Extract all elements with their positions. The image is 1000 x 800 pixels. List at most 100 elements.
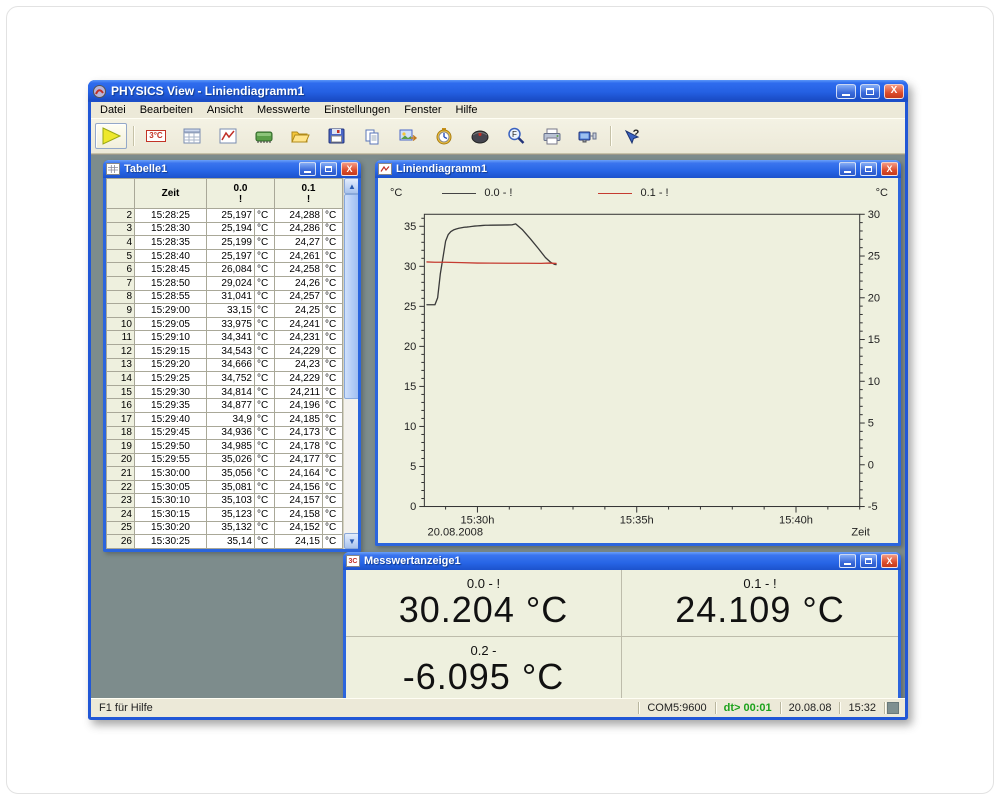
table-row[interactable]: 1915:29:5034,985°C24,178°C bbox=[107, 440, 343, 454]
connect-device-button[interactable] bbox=[572, 123, 604, 149]
table-cell-unit[interactable]: °C bbox=[255, 494, 275, 508]
table-cell-zeit[interactable]: 15:28:50 bbox=[135, 276, 207, 290]
table-cell-val[interactable]: 24,211 bbox=[275, 385, 323, 399]
scrollbar-thumb[interactable] bbox=[344, 194, 358, 399]
table-cell-zeit[interactable]: 15:28:25 bbox=[135, 209, 207, 223]
table-cell-unit[interactable]: °C bbox=[323, 236, 343, 250]
table-cell-unit[interactable]: °C bbox=[323, 453, 343, 467]
table-cell-num[interactable]: 2 bbox=[107, 209, 135, 223]
table-cell-zeit[interactable]: 15:29:00 bbox=[135, 304, 207, 318]
table-cell-zeit[interactable]: 15:30:20 bbox=[135, 521, 207, 535]
table-cell-unit[interactable]: °C bbox=[323, 331, 343, 345]
table-cell-zeit[interactable]: 15:29:45 bbox=[135, 426, 207, 440]
table-row[interactable]: 815:28:5531,041°C24,257°C bbox=[107, 290, 343, 304]
table-row[interactable]: 2415:30:1535,123°C24,158°C bbox=[107, 508, 343, 522]
open-file-button[interactable] bbox=[284, 123, 316, 149]
table-cell-unit[interactable]: °C bbox=[323, 290, 343, 304]
table-row[interactable]: 2315:30:1035,103°C24,157°C bbox=[107, 494, 343, 508]
table-cell-val[interactable]: 24,231 bbox=[275, 331, 323, 345]
table-row[interactable]: 715:28:5029,024°C24,26°C bbox=[107, 276, 343, 290]
table-cell-num[interactable]: 10 bbox=[107, 317, 135, 331]
scroll-down-icon[interactable]: ▼ bbox=[344, 533, 358, 549]
table-row[interactable]: 215:28:2525,197°C24,288°C bbox=[107, 209, 343, 223]
table-cell-val[interactable]: 24,288 bbox=[275, 209, 323, 223]
table-row[interactable]: 1815:29:4534,936°C24,173°C bbox=[107, 426, 343, 440]
table-cell-val[interactable]: 31,041 bbox=[207, 290, 255, 304]
table-cell-num[interactable]: 22 bbox=[107, 480, 135, 494]
table-cell-unit[interactable]: °C bbox=[255, 480, 275, 494]
table-cell-val[interactable]: 33,975 bbox=[207, 317, 255, 331]
table-cell-zeit[interactable]: 15:30:05 bbox=[135, 480, 207, 494]
table-cell-unit[interactable]: °C bbox=[255, 412, 275, 426]
table-cell-num[interactable]: 13 bbox=[107, 358, 135, 372]
table-cell-unit[interactable]: °C bbox=[323, 344, 343, 358]
table-cell-zeit[interactable]: 15:29:35 bbox=[135, 399, 207, 413]
table-cell-val[interactable]: 24,261 bbox=[275, 249, 323, 263]
table-cell-zeit[interactable]: 15:28:40 bbox=[135, 249, 207, 263]
table-cell-unit[interactable]: °C bbox=[255, 358, 275, 372]
table-cell-unit[interactable]: °C bbox=[323, 494, 343, 508]
table-cell-val[interactable]: 25,194 bbox=[207, 222, 255, 236]
table-cell-val[interactable]: 34,752 bbox=[207, 372, 255, 386]
menu-datei[interactable]: Datei bbox=[93, 103, 133, 117]
table-cell-unit[interactable]: °C bbox=[255, 344, 275, 358]
table-cell-unit[interactable]: °C bbox=[323, 358, 343, 372]
table-cell-unit[interactable]: °C bbox=[255, 290, 275, 304]
table-cell-unit[interactable]: °C bbox=[323, 412, 343, 426]
table-cell-unit[interactable]: °C bbox=[255, 236, 275, 250]
menu-bearbeiten[interactable]: Bearbeiten bbox=[133, 103, 200, 117]
chart-maximize-button[interactable] bbox=[860, 162, 877, 176]
table-cell-num[interactable]: 21 bbox=[107, 467, 135, 481]
table-cell-val[interactable]: 35,14 bbox=[207, 535, 255, 549]
table-cell-zeit[interactable]: 15:28:45 bbox=[135, 263, 207, 277]
table-row[interactable]: 515:28:4025,197°C24,261°C bbox=[107, 249, 343, 263]
table-cell-val[interactable]: 24,156 bbox=[275, 480, 323, 494]
export-image-button[interactable] bbox=[392, 123, 424, 149]
table-cell-val[interactable]: 25,197 bbox=[207, 249, 255, 263]
table-cell-unit[interactable]: °C bbox=[323, 426, 343, 440]
table-row[interactable]: 2615:30:2535,14°C24,15°C bbox=[107, 535, 343, 549]
table-cell-val[interactable]: 34,9 bbox=[207, 412, 255, 426]
table-cell-val[interactable]: 24,177 bbox=[275, 453, 323, 467]
table-cell-unit[interactable]: °C bbox=[323, 535, 343, 549]
scroll-up-icon[interactable]: ▲ bbox=[344, 178, 358, 194]
table-cell-unit[interactable]: °C bbox=[323, 372, 343, 386]
table-cell-unit[interactable]: °C bbox=[323, 385, 343, 399]
table-row[interactable]: 415:28:3525,199°C24,27°C bbox=[107, 236, 343, 250]
menu-ansicht[interactable]: Ansicht bbox=[200, 103, 250, 117]
table-cell-zeit[interactable]: 15:29:40 bbox=[135, 412, 207, 426]
table-cell-unit[interactable]: °C bbox=[323, 304, 343, 318]
table-cell-unit[interactable]: °C bbox=[255, 331, 275, 345]
table-close-button[interactable]: X bbox=[341, 162, 358, 176]
display-close-button[interactable]: X bbox=[881, 554, 898, 568]
table-cell-num[interactable]: 3 bbox=[107, 222, 135, 236]
display-minimize-button[interactable] bbox=[839, 554, 856, 568]
table-cell-val[interactable]: 24,23 bbox=[275, 358, 323, 372]
table-row[interactable]: 2115:30:0035,056°C24,164°C bbox=[107, 467, 343, 481]
table-cell-val[interactable]: 24,258 bbox=[275, 263, 323, 277]
table-cell-num[interactable]: 6 bbox=[107, 263, 135, 277]
table-cell-unit[interactable]: °C bbox=[255, 209, 275, 223]
table-cell-val[interactable]: 24,25 bbox=[275, 304, 323, 318]
table-cell-val[interactable]: 34,985 bbox=[207, 440, 255, 454]
table-cell-val[interactable]: 24,229 bbox=[275, 344, 323, 358]
table-cell-zeit[interactable]: 15:29:25 bbox=[135, 372, 207, 386]
table-cell-num[interactable]: 16 bbox=[107, 399, 135, 413]
table-cell-unit[interactable]: °C bbox=[323, 399, 343, 413]
table-cell-unit[interactable]: °C bbox=[255, 276, 275, 290]
table-minimize-button[interactable] bbox=[299, 162, 316, 176]
table-cell-num[interactable]: 20 bbox=[107, 453, 135, 467]
table-cell-val[interactable]: 35,081 bbox=[207, 480, 255, 494]
table-cell-val[interactable]: 34,936 bbox=[207, 426, 255, 440]
table-cell-unit[interactable]: °C bbox=[323, 317, 343, 331]
print-button[interactable] bbox=[536, 123, 568, 149]
table-cell-num[interactable]: 19 bbox=[107, 440, 135, 454]
table-cell-unit[interactable]: °C bbox=[323, 521, 343, 535]
table-cell-num[interactable]: 4 bbox=[107, 236, 135, 250]
table-cell-val[interactable]: 25,197 bbox=[207, 209, 255, 223]
timer-button[interactable] bbox=[428, 123, 460, 149]
table-cell-val[interactable]: 24,26 bbox=[275, 276, 323, 290]
table-row[interactable]: 2515:30:2035,132°C24,152°C bbox=[107, 521, 343, 535]
table-cell-val[interactable]: 24,257 bbox=[275, 290, 323, 304]
table-cell-unit[interactable]: °C bbox=[255, 222, 275, 236]
